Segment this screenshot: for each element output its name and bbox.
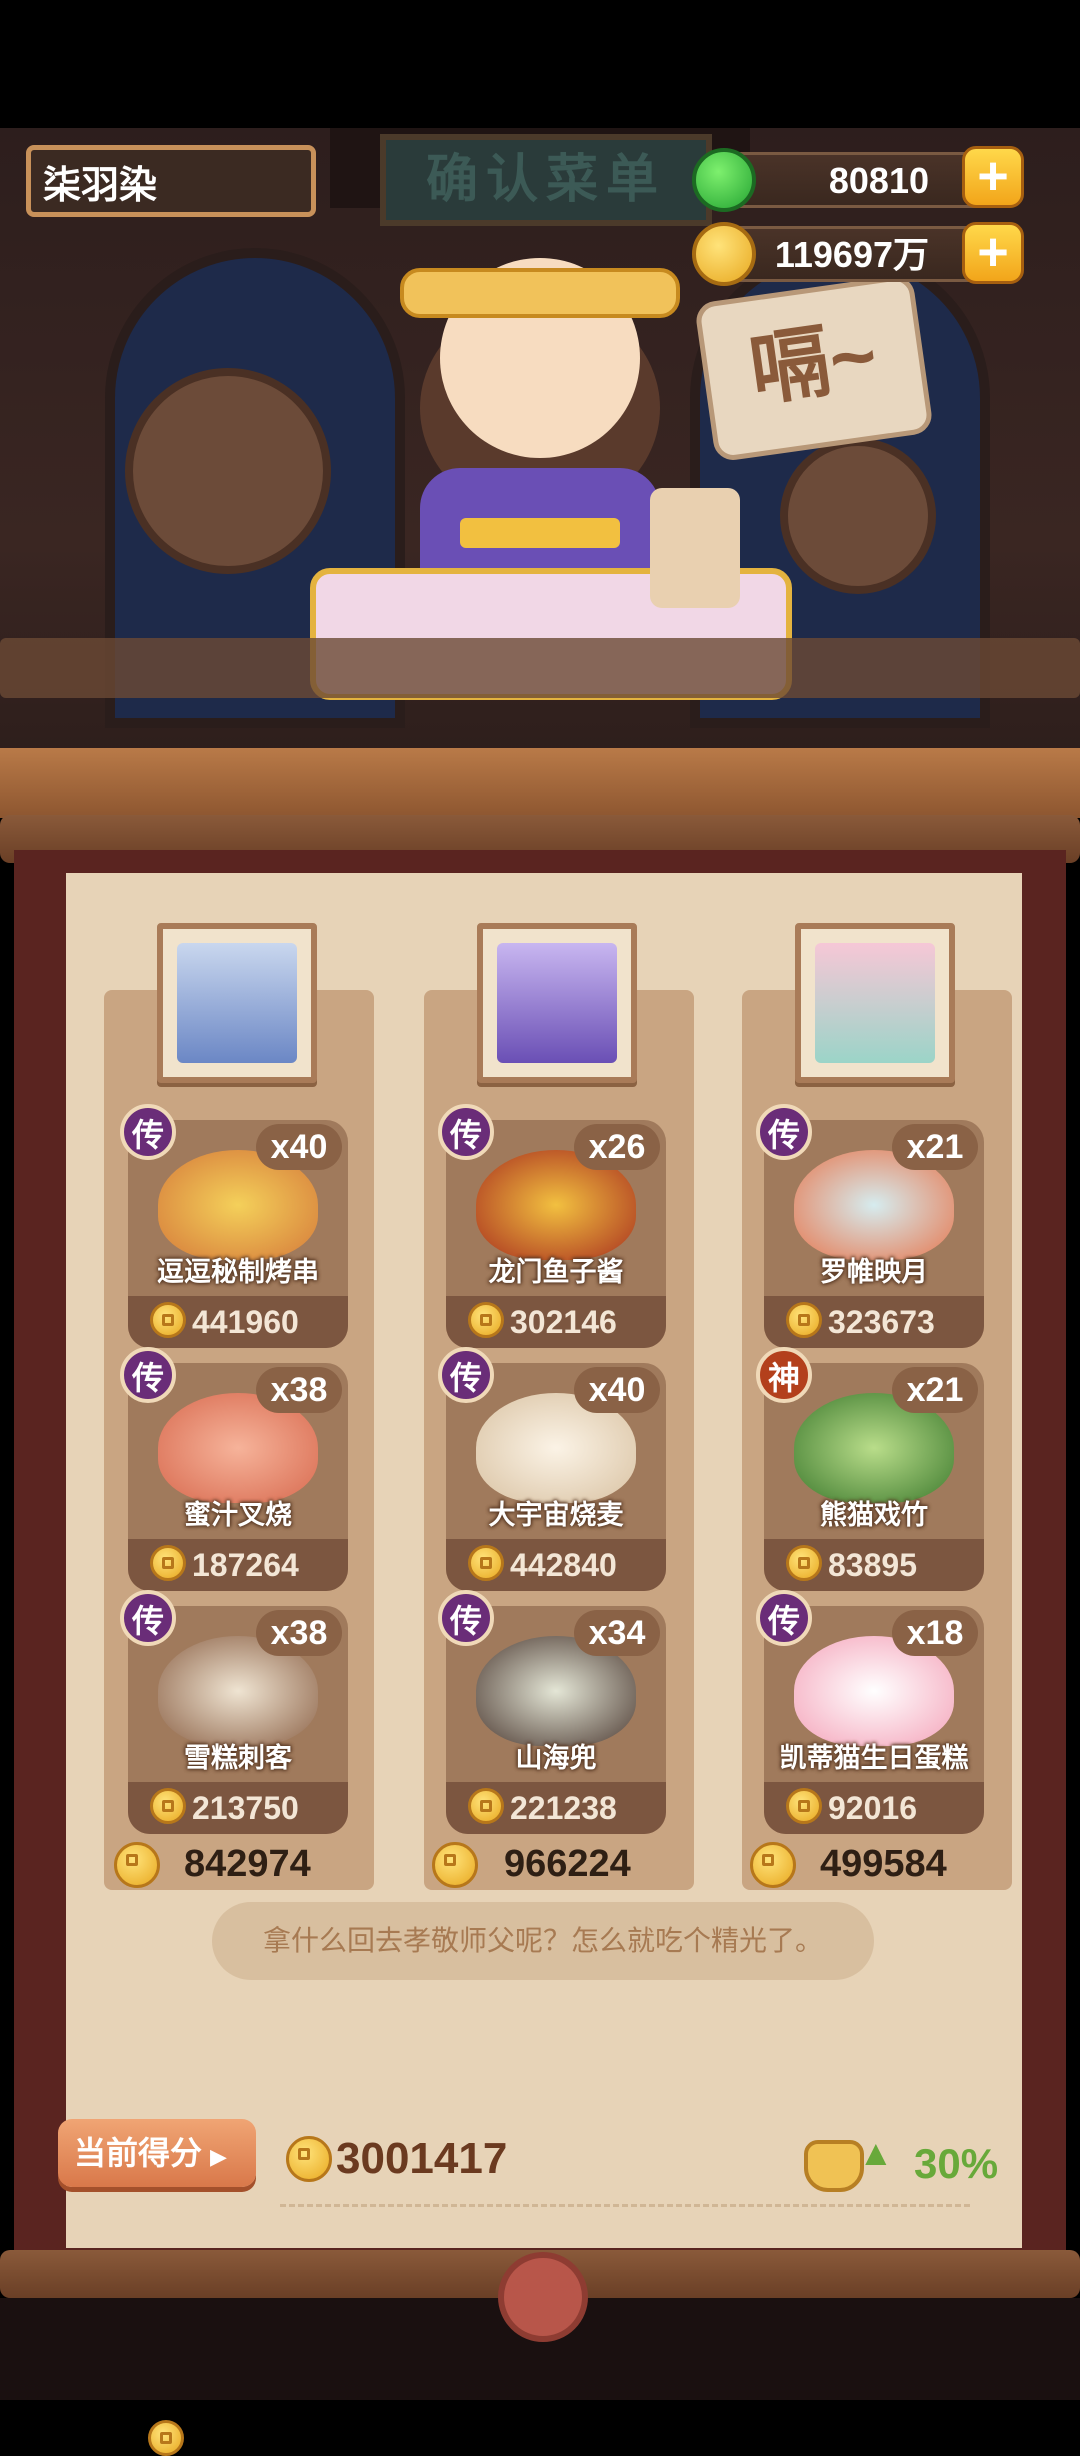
dish-price: 302146 (510, 1304, 617, 1340)
knot-ornament (498, 2252, 588, 2342)
bun-bag-icon (804, 2140, 864, 2192)
current-score-label: 当前得分 (74, 2135, 203, 2171)
dish-name: 山海兜 (515, 1743, 597, 1773)
plate-stack (650, 488, 740, 608)
dish-price: 92016 (828, 1790, 917, 1826)
rarity-badge: 传 (120, 1104, 176, 1160)
speech-bubble: 嗝~ (693, 273, 935, 463)
rarity-badge: 神 (756, 1347, 812, 1403)
fence (0, 638, 1080, 698)
coin-icon (692, 222, 756, 286)
coin-icon (786, 1545, 822, 1581)
score-value: 3001417 (336, 2134, 508, 2183)
add-jade-button[interactable]: + (962, 146, 1024, 208)
dish-count: x38 (256, 1367, 342, 1413)
dish-price: 323673 (828, 1304, 935, 1340)
score-percent: 30% (914, 2140, 999, 2187)
dish-price: 441960 (192, 1304, 299, 1340)
dish-price: 213750 (192, 1790, 299, 1826)
dish-count: x40 (256, 1124, 342, 1170)
jade-icon (692, 148, 756, 212)
portrait-1[interactable] (157, 923, 317, 1083)
coin-icon (286, 2136, 332, 2182)
rarity-badge: 传 (756, 1104, 812, 1160)
dish-count: x40 (574, 1367, 660, 1413)
dish-price: 442840 (510, 1547, 617, 1583)
dish-count: x26 (574, 1124, 660, 1170)
dish-count: x34 (574, 1610, 660, 1656)
rarity-badge: 传 (438, 1590, 494, 1646)
portrait-3[interactable] (795, 923, 955, 1083)
play-arrow-icon: ▶ (210, 2144, 227, 2169)
dish-name: 大宇宙烧麦 (488, 1500, 624, 1530)
dish-price: 83895 (828, 1547, 917, 1583)
rarity-badge: 传 (120, 1590, 176, 1646)
dialogue-bubble: 拿什么回去孝敬师父呢？怎么就吃个精光了。 (212, 1902, 874, 1980)
score-divider (280, 2204, 970, 2207)
rarity-badge: 传 (120, 1347, 176, 1403)
coin-icon (148, 2420, 184, 2456)
rarity-badge: 传 (438, 1347, 494, 1403)
rarity-badge: 传 (756, 1590, 812, 1646)
dish-count: x21 (892, 1124, 978, 1170)
coin-icon (786, 1302, 822, 1338)
scroll-top-rod (0, 748, 1080, 818)
coin-icon (468, 1545, 504, 1581)
portrait-2[interactable] (477, 923, 637, 1083)
player-name[interactable]: 柒羽染 (26, 145, 316, 217)
dish-name: 凯蒂猫生日蛋糕 (779, 1743, 969, 1773)
dish-name: 龙门鱼子酱 (488, 1257, 624, 1287)
rarity-badge: 传 (438, 1104, 494, 1160)
left-fan (125, 368, 331, 574)
dish-name: 雪糕刺客 (184, 1743, 292, 1773)
up-arrow-icon: ▲ (858, 2132, 894, 2173)
coin-icon (432, 1842, 478, 1888)
current-score-button[interactable]: 当前得分 ▶ (58, 2119, 256, 2187)
right-fan (780, 438, 936, 594)
dish-name: 熊猫戏竹 (820, 1500, 928, 1530)
dish-price: 221238 (510, 1790, 617, 1826)
column-total: 842974 (184, 1843, 311, 1885)
coin-icon (150, 1545, 186, 1581)
column-total: 499584 (820, 1843, 947, 1885)
add-coins-button[interactable]: + (962, 222, 1024, 284)
coin-icon (150, 1788, 186, 1824)
status-bar-area (0, 0, 1080, 128)
coin-icon (786, 1788, 822, 1824)
coin-icon (114, 1842, 160, 1888)
dish-name: 蜜汁叉烧 (184, 1500, 292, 1530)
coin-icon (150, 1302, 186, 1338)
coin-icon (750, 1842, 796, 1888)
dish-price: 187264 (192, 1547, 299, 1583)
coin-icon (468, 1788, 504, 1824)
coin-icon (468, 1302, 504, 1338)
dish-count: x21 (892, 1367, 978, 1413)
column-total: 966224 (504, 1843, 631, 1885)
dish-name: 罗帷映月 (820, 1257, 928, 1287)
dish-name: 逗逗秘制烤串 (157, 1257, 319, 1287)
dish-count: x38 (256, 1610, 342, 1656)
dish-count: x18 (892, 1610, 978, 1656)
